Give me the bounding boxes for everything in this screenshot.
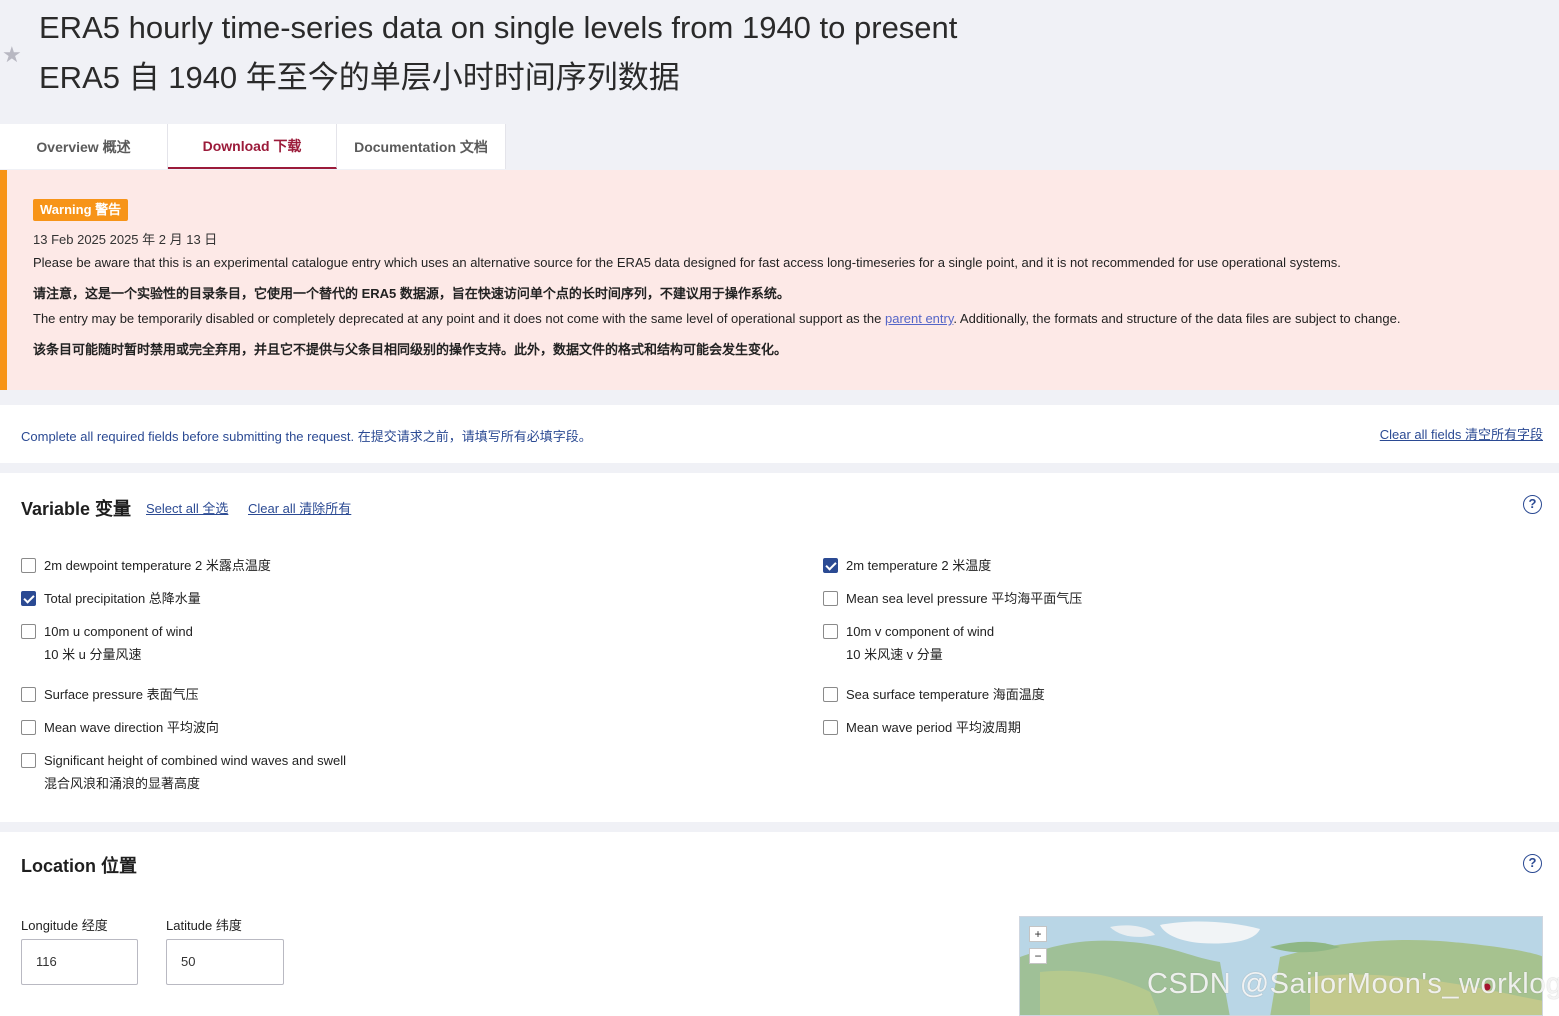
variable-option[interactable]: 10m v component of wind 10 米风速 v 分量	[823, 623, 994, 666]
tab-documentation[interactable]: Documentation 文档	[337, 124, 506, 169]
clear-all-fields-link[interactable]: Clear all fields 清空所有字段	[1380, 424, 1543, 443]
checkbox[interactable]	[21, 753, 36, 768]
variable-option-label: Total precipitation 总降水量	[44, 591, 201, 606]
clear-all-link[interactable]: Clear all 清除所有	[248, 498, 351, 517]
warning-text-en-1: Please be aware that this is an experime…	[33, 255, 1341, 270]
checkbox[interactable]	[21, 558, 36, 573]
variable-option-label: 2m dewpoint temperature 2 米露点温度	[44, 558, 271, 573]
variable-option[interactable]: 2m dewpoint temperature 2 米露点温度	[21, 557, 271, 577]
map-zoom-out-button[interactable]: −	[1029, 948, 1047, 964]
variable-option[interactable]: Sea surface temperature 海面温度	[823, 686, 1045, 706]
location-help-icon[interactable]: ?	[1523, 854, 1542, 873]
variable-help-icon[interactable]: ?	[1523, 495, 1542, 514]
variable-option-label: 10m u component of wind 10 米 u 分量风速	[44, 620, 193, 666]
tab-bar: Overview 概述 Download 下载 Documentation 文档	[0, 124, 506, 170]
parent-entry-link[interactable]: parent entry	[885, 311, 953, 326]
warning-text-en-2-pre: The entry may be temporarily disabled or…	[33, 311, 885, 326]
checkbox[interactable]	[21, 687, 36, 702]
variable-option[interactable]: Total precipitation 总降水量	[21, 590, 201, 610]
variable-option[interactable]: Mean wave period 平均波周期	[823, 719, 1021, 739]
variable-title: Variable 变量	[21, 499, 132, 519]
variable-option[interactable]: Significant height of combined wind wave…	[21, 752, 346, 795]
variable-option-label-en: 10m u component of wind	[44, 624, 193, 639]
variable-option-label: Surface pressure 表面气压	[44, 687, 199, 702]
variable-option-label: 2m temperature 2 米温度	[846, 558, 992, 573]
checkbox[interactable]	[21, 720, 36, 735]
variable-option[interactable]: 2m temperature 2 米温度	[823, 557, 991, 577]
warning-date: 13 Feb 2025 2025 年 2 月 13 日	[33, 232, 218, 247]
warning-badge: Warning 警告	[33, 199, 129, 221]
variable-option-label: Mean wave period 平均波周期	[846, 720, 1021, 735]
location-map[interactable]: + −	[1019, 916, 1543, 1016]
tab-overview[interactable]: Overview 概述	[0, 124, 168, 169]
checkbox[interactable]	[823, 720, 838, 735]
page-title-en: ERA5 hourly time-series data on single l…	[39, 10, 958, 45]
select-all-link[interactable]: Select all 全选	[146, 498, 228, 517]
longitude-label: Longitude 经度	[21, 918, 108, 933]
tab-download[interactable]: Download 下载	[168, 124, 337, 169]
warning-text-zh-1: 请注意，这是一个实验性的目录条目，它使用一个替代的 ERA5 数据源，旨在快速访…	[33, 286, 790, 301]
variable-option[interactable]: 10m u component of wind 10 米 u 分量风速	[21, 623, 193, 666]
variable-option[interactable]: Mean sea level pressure 平均海平面气压	[823, 590, 1082, 610]
variable-option-label-zh: 10 米 u 分量风速	[44, 647, 142, 662]
warning-text-zh-2: 该条目可能随时暂时禁用或完全弃用，并且它不提供与父条目相同级别的操作支持。此外，…	[33, 342, 788, 357]
checkbox[interactable]	[823, 624, 838, 639]
latitude-label: Latitude 纬度	[166, 918, 242, 933]
variable-option-label-zh: 混合风浪和涌浪的显著高度	[44, 776, 201, 791]
location-title: Location 位置	[21, 856, 137, 876]
variable-option-label-zh: 10 米风速 v 分量	[846, 647, 943, 662]
checkbox[interactable]	[823, 591, 838, 606]
latitude-input[interactable]: 50	[166, 939, 284, 985]
variable-option-label-en: 10m v component of wind	[846, 624, 995, 639]
variable-option-label: Mean wave direction 平均波向	[44, 720, 219, 735]
checkbox[interactable]	[823, 687, 838, 702]
map-zoom-in-button[interactable]: +	[1029, 926, 1047, 942]
required-fields-notice: Complete all required fields before subm…	[21, 429, 592, 444]
longitude-input[interactable]: 116	[21, 939, 138, 985]
variable-option-label: Significant height of combined wind wave…	[44, 749, 346, 795]
warning-text-en-2-post: . Additionally, the formats and structur…	[953, 311, 1401, 326]
variable-option-label: 10m v component of wind 10 米风速 v 分量	[846, 620, 994, 666]
warning-text-en-2: The entry may be temporarily disabled or…	[33, 311, 1400, 326]
checkbox-checked[interactable]	[21, 591, 36, 606]
csdn-watermark: CSDN @SailorMoon's_worklog	[1147, 968, 1559, 1000]
checkbox[interactable]	[21, 624, 36, 639]
warning-panel: Warning 警告 13 Feb 2025 2025 年 2 月 13 日 P…	[0, 170, 1559, 390]
variable-option[interactable]: Mean wave direction 平均波向	[21, 719, 219, 739]
page-header: ★ ERA5 hourly time-series data on single…	[0, 0, 1559, 124]
map-tiles	[1020, 917, 1542, 1015]
checkbox-checked[interactable]	[823, 558, 838, 573]
variable-option-label: Sea surface temperature 海面温度	[846, 687, 1045, 702]
page-title-zh: ERA5 自 1940 年至今的单层小时时间序列数据	[39, 60, 680, 95]
variable-option[interactable]: Surface pressure 表面气压	[21, 686, 199, 706]
favorite-star-icon[interactable]: ★	[2, 44, 24, 66]
variable-section: Variable 变量 Select all 全选 Clear all 清除所有…	[0, 473, 1559, 822]
variable-option-label: Mean sea level pressure 平均海平面气压	[846, 591, 1083, 606]
required-fields-bar: Complete all required fields before subm…	[0, 405, 1559, 463]
variable-option-label-en: Significant height of combined wind wave…	[44, 753, 347, 768]
